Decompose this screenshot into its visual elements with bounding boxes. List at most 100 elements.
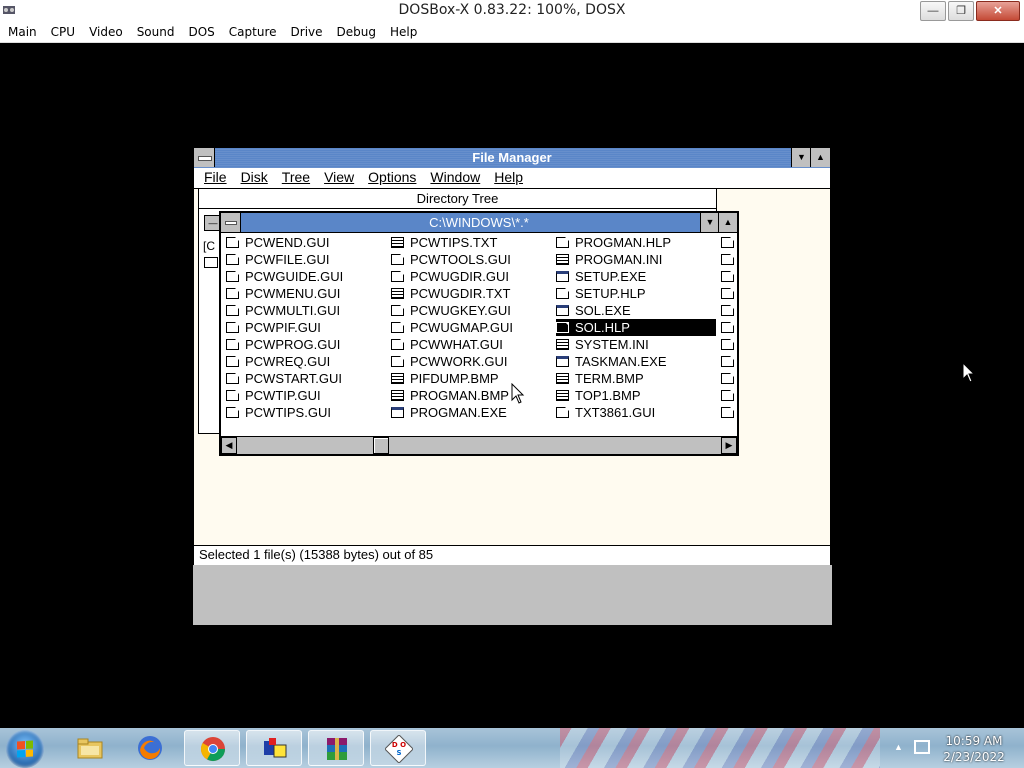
file-item[interactable]: PCWTOOLS.GUI [391,251,513,268]
document-file-icon[interactable] [721,356,734,367]
file-item[interactable]: PCWWHAT.GUI [391,336,505,353]
menu-tree[interactable]: Tree [275,168,317,188]
host-menu-dos[interactable]: DOS [181,22,221,42]
document-file-icon[interactable] [721,254,734,265]
host-menu-main[interactable]: Main [0,22,44,42]
file-item[interactable]: PCWTIPS.TXT [391,234,499,251]
file-name: SETUP.HLP [575,286,646,301]
document-file-icon[interactable] [721,322,734,333]
document-file-icon[interactable] [721,373,734,384]
dir-maximize-button[interactable]: ▲ [718,213,737,232]
taskbar-winrar-button[interactable] [308,730,364,766]
text-file-icon [391,288,404,300]
file-item[interactable]: PCWWORK.GUI [391,353,510,370]
taskbar-windows-app-button[interactable] [246,730,302,766]
file-item[interactable]: PCWTIP.GUI [226,387,323,404]
host-menu-cpu[interactable]: CPU [44,22,82,42]
text-file-icon [556,390,569,402]
file-item[interactable]: TERM.BMP [556,370,646,387]
window-layout-icon [264,738,287,758]
system-clock[interactable]: 10:59 AM 2/23/2022 [934,733,1014,765]
folder-icon[interactable] [204,257,218,268]
host-menu-debug[interactable]: Debug [330,22,383,42]
file-item[interactable]: SOL.EXE [556,302,633,319]
document-file-icon[interactable] [721,407,734,418]
application-file-icon [556,356,569,368]
show-hidden-icons-button[interactable]: ▲ [894,742,903,752]
file-item[interactable]: PROGMAN.INI [556,251,664,268]
host-minimize-button[interactable]: — [920,1,946,21]
file-item[interactable]: PIFDUMP.BMP [391,370,501,387]
file-item[interactable]: PCWFILE.GUI [226,251,332,268]
host-maximize-button[interactable]: ❐ [948,1,974,21]
document-file-icon[interactable] [721,271,734,282]
menu-file[interactable]: File [194,168,234,188]
host-close-button[interactable]: ✕ [976,1,1020,21]
document-file-icon[interactable] [721,305,734,316]
start-button[interactable] [6,730,44,768]
file-item[interactable]: PROGMAN.HLP [556,234,673,251]
scroll-left-button[interactable]: ◀ [221,437,237,454]
network-icon[interactable] [914,740,930,754]
file-item[interactable]: PCWEND.GUI [226,234,332,251]
scroll-thumb[interactable] [373,437,389,454]
document-file-icon[interactable] [721,339,734,350]
file-item[interactable]: PCWMULTI.GUI [226,302,342,319]
file-item[interactable]: SETUP.HLP [556,285,648,302]
fm-maximize-button[interactable]: ▲ [810,148,830,167]
host-menu-video[interactable]: Video [82,22,130,42]
menu-view-label: View [324,169,355,185]
file-item[interactable]: TOP1.BMP [556,387,643,404]
host-menu-sound[interactable]: Sound [130,22,182,42]
windows-explorer-icon [77,738,103,759]
file-item[interactable]: TASKMAN.EXE [556,353,669,370]
horizontal-scrollbar[interactable]: ◀ ▶ [221,436,737,454]
document-file-icon[interactable] [721,237,734,248]
file-item[interactable]: PROGMAN.BMP [391,387,511,404]
file-manager-titlebar[interactable]: File Manager ▼ ▲ [194,148,830,169]
file-item[interactable]: PCWMENU.GUI [226,285,342,302]
scroll-right-button[interactable]: ▶ [721,437,737,454]
file-item[interactable]: PCWSTART.GUI [226,370,344,387]
taskbar-firefox-button[interactable] [122,730,178,766]
taskbar-explorer-button[interactable] [62,730,118,766]
file-item[interactable]: SOL.HLP [556,319,716,336]
menu-tree-label: Tree [281,169,311,185]
menu-window[interactable]: Window [423,168,487,188]
file-name: PCWEND.GUI [245,235,330,250]
document-file-icon[interactable] [721,390,734,401]
document-file-icon[interactable] [721,288,734,299]
directory-window-titlebar[interactable]: C:\WINDOWS\*.* ▼ ▲ [221,213,737,233]
host-menu-capture[interactable]: Capture [222,22,284,42]
menu-view[interactable]: View [317,168,361,188]
file-item[interactable]: PROGMAN.EXE [391,404,509,421]
file-item[interactable]: PCWREQ.GUI [226,353,332,370]
file-item[interactable]: PCWTIPS.GUI [226,404,333,421]
file-item[interactable]: PCWUGDIR.TXT [391,285,512,302]
document-file-icon [226,390,239,402]
file-item[interactable]: PCWGUIDE.GUI [226,268,345,285]
file-item[interactable]: PCWPROG.GUI [226,336,342,353]
file-item[interactable]: PCWPIF.GUI [226,319,323,336]
file-name: PROGMAN.EXE [410,405,507,420]
menu-help[interactable]: Help [487,168,530,188]
document-file-icon [391,339,404,351]
file-item[interactable]: PCWUGDIR.GUI [391,268,511,285]
text-file-icon [556,373,569,385]
file-item[interactable]: SETUP.EXE [556,268,648,285]
menu-options[interactable]: Options [361,168,423,188]
file-item[interactable]: TXT3861.GUI [556,404,657,421]
host-menu-help[interactable]: Help [383,22,424,42]
application-file-icon [556,271,569,283]
drive-label[interactable]: [C [203,239,215,253]
host-menu-drive[interactable]: Drive [284,22,330,42]
dir-minimize-button[interactable]: ▼ [700,213,719,232]
fm-minimize-button[interactable]: ▼ [791,148,811,167]
file-item[interactable]: PCWUGMAP.GUI [391,319,515,336]
taskbar-chrome-button[interactable] [184,730,240,766]
taskbar-dosbox-button[interactable]: D O S [370,730,426,766]
file-item[interactable]: SYSTEM.INI [556,336,651,353]
file-item[interactable]: PCWUGKEY.GUI [391,302,513,319]
menu-disk[interactable]: Disk [234,168,275,188]
file-name: PCWTIPS.TXT [410,235,498,250]
